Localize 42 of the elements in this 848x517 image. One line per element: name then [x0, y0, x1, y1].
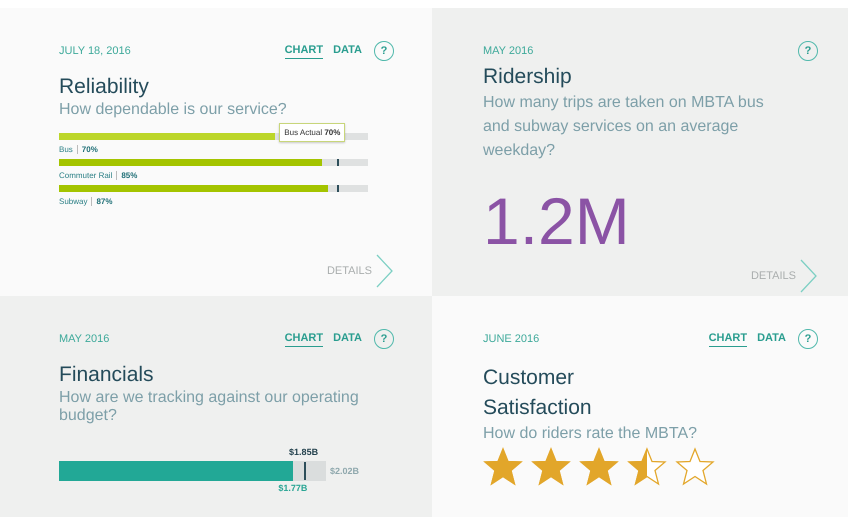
help-button[interactable]: ?	[374, 329, 394, 349]
target-value: $1.85B	[289, 447, 318, 457]
star-icon	[531, 447, 571, 487]
card-title: Financials	[59, 363, 155, 387]
card-question: How dependable is our service?	[59, 101, 288, 119]
view-tab[interactable]: DATA	[333, 44, 362, 58]
card-title: Customer Satisfaction	[483, 365, 593, 421]
bar-value: 70%	[80, 144, 98, 154]
bar-label: Commuter Rail	[59, 170, 118, 180]
report-date: MAY 2016	[59, 333, 110, 345]
ridership-number: 1.2M	[483, 183, 631, 259]
bar-label: Subway	[59, 196, 92, 206]
view-tab[interactable]: CHART	[284, 332, 324, 346]
bar-label: Bus	[59, 144, 78, 154]
star-icon	[627, 447, 667, 487]
card-question: How do riders rate the MBTA?	[483, 425, 698, 443]
help-button[interactable]: ?	[374, 41, 394, 61]
details-link[interactable]: DETAILS	[750, 259, 818, 293]
view-tab[interactable]: DATA	[333, 332, 362, 346]
report-date: MAY 2016	[483, 45, 534, 57]
card-question: How many trips are taken on MBTA bus and subway services on an average weekday?	[483, 93, 765, 161]
card-title: Ridership	[483, 65, 573, 89]
help-button[interactable]: ?	[798, 41, 818, 61]
card-title: Reliability	[59, 75, 150, 99]
chevron-icon	[800, 259, 818, 293]
card-question: How are we tracking against our operating budget?	[59, 389, 360, 425]
report-date: JULY 18, 2016	[59, 45, 131, 57]
report-date: JUNE 2016	[483, 333, 540, 345]
bar-value: 85%	[120, 170, 138, 180]
details-link[interactable]: DETAILS	[326, 254, 394, 288]
view-tab[interactable]: DATA	[757, 332, 786, 346]
star-icon	[483, 447, 523, 487]
bar-value: 87%	[95, 196, 112, 206]
actual-value: $1.77B	[278, 483, 308, 493]
star-icon	[675, 447, 715, 487]
budget-total: $2.02B	[330, 466, 360, 476]
view-tab[interactable]: CHART	[708, 332, 748, 346]
help-button[interactable]: ?	[798, 329, 818, 349]
view-tab[interactable]: CHART	[284, 44, 324, 58]
chevron-icon	[376, 254, 394, 288]
tooltip: Bus Actual 70%	[279, 123, 346, 142]
star-icon	[579, 447, 619, 487]
